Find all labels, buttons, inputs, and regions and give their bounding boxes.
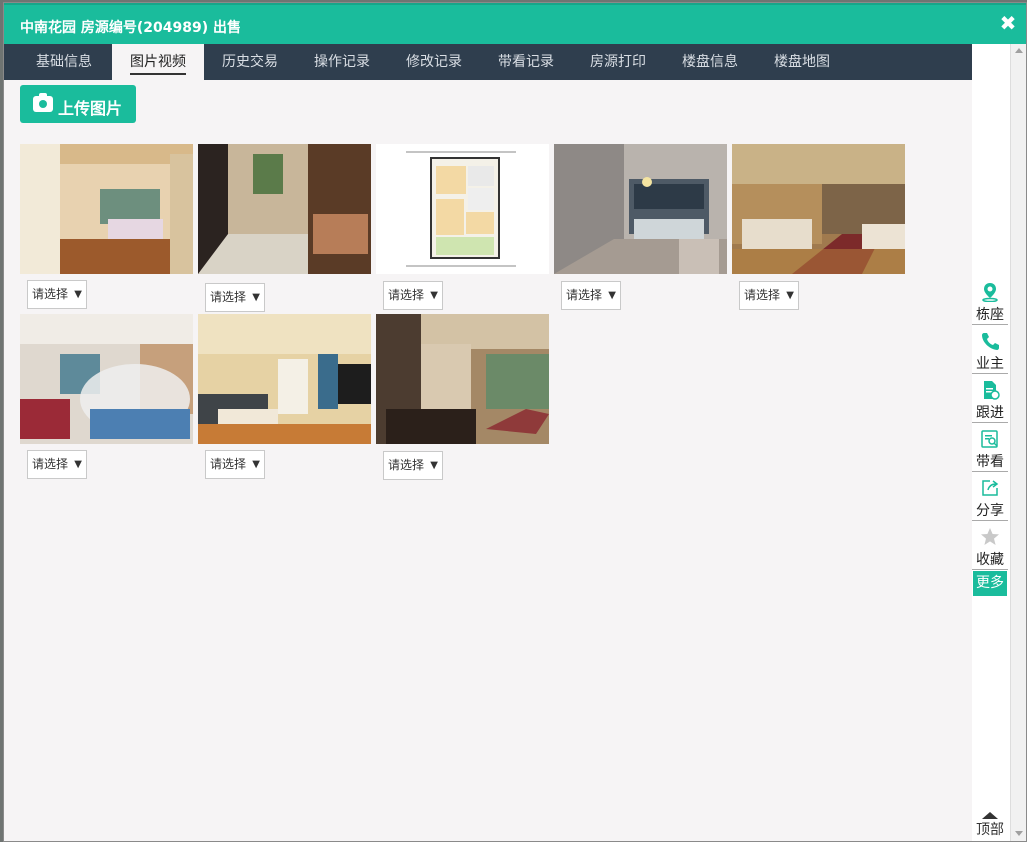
star-icon: [981, 528, 999, 545]
chevron-down-icon: ▼: [608, 290, 616, 301]
tab-transaction-history[interactable]: 历史交易: [204, 44, 296, 80]
sidebar-more-button[interactable]: 更多: [973, 571, 1007, 596]
dialog-titlebar: 中南花园 房源编号(204989) 出售 ✖: [4, 3, 1026, 44]
living-room-photo: [198, 314, 371, 444]
photo-thumbnail[interactable]: [732, 144, 905, 274]
search-document-icon: [981, 430, 998, 448]
tab-edit-log[interactable]: 修改记录: [388, 44, 480, 80]
photo-category-select[interactable]: 请选择 ▼: [561, 281, 621, 310]
photo-category-select[interactable]: 请选择 ▼: [27, 450, 87, 479]
camera-icon: [33, 93, 53, 112]
tab-bar: 基础信息 图片视频 历史交易 操作记录 修改记录 带看记录 房源打印 楼盘信息 …: [4, 44, 972, 80]
scroll-down-arrow-icon[interactable]: [1015, 831, 1023, 836]
tab-building-map[interactable]: 楼盘地图: [756, 44, 848, 80]
location-pin-icon: [982, 283, 998, 302]
right-action-sidebar: 栋座 业主 跟进 带看 分享 收藏 更多 顶部: [972, 44, 1010, 841]
tab-building-info[interactable]: 楼盘信息: [664, 44, 756, 80]
sidebar-item-followup[interactable]: 跟进: [972, 376, 1008, 423]
photo-thumbnail[interactable]: [376, 314, 549, 444]
photo-category-select[interactable]: 请选择 ▼: [205, 283, 265, 312]
chevron-down-icon: ▼: [430, 460, 438, 471]
tab-operation-log[interactable]: 操作记录: [296, 44, 388, 80]
sidebar-item-share[interactable]: 分享: [972, 474, 1008, 521]
document-icon: [984, 381, 1000, 400]
tab-basic-info[interactable]: 基础信息: [18, 44, 110, 80]
arrow-up-icon: [982, 812, 998, 819]
bedroom-photo: [20, 144, 193, 274]
bedroom-photo: [20, 314, 193, 444]
scroll-up-arrow-icon[interactable]: [1015, 48, 1023, 53]
chevron-down-icon: ▼: [430, 290, 438, 301]
photo-thumbnail[interactable]: [20, 314, 193, 444]
chevron-down-icon: ▼: [74, 289, 82, 300]
hallway-photo: [198, 144, 371, 274]
tab-print[interactable]: 房源打印: [572, 44, 664, 80]
living-room-photo: [732, 144, 905, 274]
photo-category-select[interactable]: 请选择 ▼: [739, 281, 799, 310]
tab-photos-videos[interactable]: 图片视频: [112, 44, 204, 80]
sidebar-item-viewing[interactable]: 带看: [972, 425, 1008, 472]
chevron-down-icon: ▼: [786, 290, 794, 301]
living-room-photo: [554, 144, 727, 274]
sidebar-item-owner[interactable]: 业主: [972, 327, 1008, 374]
vertical-scrollbar[interactable]: [1010, 44, 1026, 841]
photo-category-select[interactable]: 请选择 ▼: [383, 451, 443, 480]
sidebar-item-favorite[interactable]: 收藏: [972, 523, 1008, 570]
close-icon[interactable]: ✖: [998, 13, 1018, 33]
photo-thumbnail[interactable]: [20, 144, 193, 274]
photo-thumbnail[interactable]: [376, 144, 549, 274]
photo-thumbnail[interactable]: [198, 314, 371, 444]
property-dialog: 中南花园 房源编号(204989) 出售 ✖ 基础信息 图片视频 历史交易 操作…: [3, 2, 1027, 842]
photo-category-select[interactable]: 请选择 ▼: [383, 281, 443, 310]
chevron-down-icon: ▼: [74, 459, 82, 470]
chevron-down-icon: ▼: [252, 292, 260, 303]
floor-plan-photo: [376, 144, 549, 274]
upload-photo-button[interactable]: 上传图片: [20, 85, 136, 123]
share-icon: [982, 480, 999, 496]
dialog-title: 中南花园 房源编号(204989) 出售: [20, 20, 241, 36]
back-to-top-button[interactable]: 顶部: [972, 812, 1008, 841]
sidebar-item-building[interactable]: 栋座: [972, 278, 1008, 325]
photo-category-select[interactable]: 请选择 ▼: [205, 450, 265, 479]
dining-room-photo: [376, 314, 549, 444]
photo-thumbnail[interactable]: [198, 144, 371, 274]
photo-category-select[interactable]: 请选择 ▼: [27, 280, 87, 309]
phone-icon: [982, 333, 999, 350]
chevron-down-icon: ▼: [252, 459, 260, 470]
tab-viewing-log[interactable]: 带看记录: [480, 44, 572, 80]
photo-thumbnail[interactable]: [554, 144, 727, 274]
